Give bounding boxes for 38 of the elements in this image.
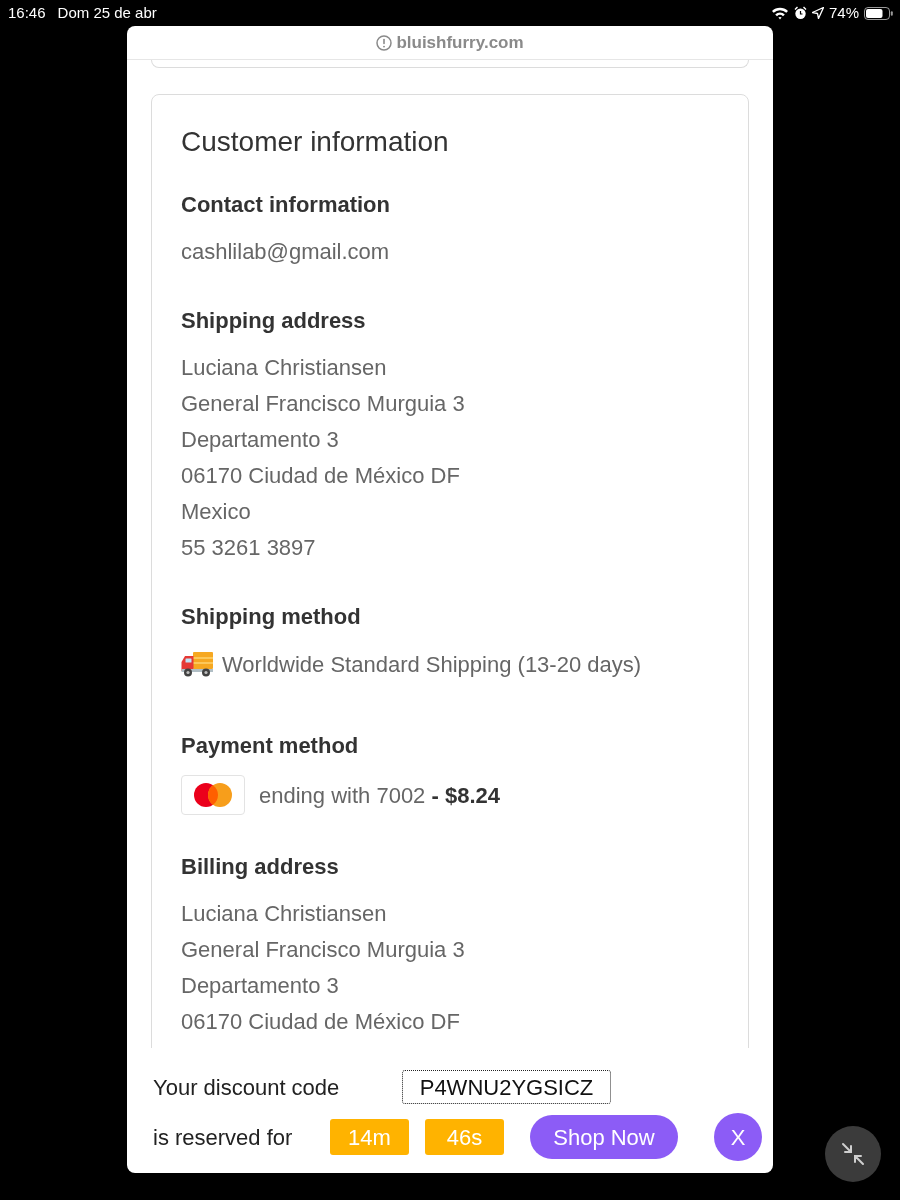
discount-label: Your discount code [153, 1074, 340, 1100]
close-button[interactable]: X [714, 1113, 762, 1161]
info-line: General Francisco Murguia 3 [181, 390, 465, 418]
battery-percent: 74% [828, 2, 859, 23]
collapse-arrows-icon [841, 1142, 865, 1166]
alarm-clock-icon [793, 6, 807, 20]
info-line: Departamento 3 [181, 426, 339, 454]
timer-badge: 46s [425, 1119, 504, 1155]
section-heading: Payment method [181, 732, 359, 760]
reserved-label: is reserved for [153, 1124, 293, 1150]
section-heading: Contact information [181, 191, 390, 219]
info-line: General Francisco Murguia 3 [181, 936, 465, 964]
section-heading: Shipping address [181, 307, 366, 335]
info-line: Luciana Christiansen [181, 900, 387, 928]
section-heading: Billing address [181, 853, 339, 881]
battery-icon [864, 6, 893, 20]
section-heading: Shipping method [181, 603, 361, 631]
info-line: cashlilab@gmail.com [181, 238, 390, 266]
wifi-icon [770, 6, 789, 20]
info-line: Luciana Christiansen [181, 354, 387, 382]
status-time: 16:46 [8, 2, 46, 23]
status-date: Dom 25 de abr [57, 2, 157, 23]
location-arrow-icon [811, 7, 824, 19]
url-text[interactable]: bluishfurry.com [396, 29, 524, 56]
truck-icon [181, 651, 213, 677]
timer-badge: 14m [330, 1119, 409, 1155]
minimize-button[interactable] [825, 1126, 881, 1182]
shipping-method-text: Worldwide Standard Shipping (13-20 days) [222, 650, 642, 679]
info-line: Departamento 3 [181, 972, 339, 1000]
info-line: 55 3261 3897 [181, 534, 316, 562]
info-line: 06170 Ciudad de México DF [181, 462, 460, 490]
shop-now-button[interactable]: Shop Now [530, 1115, 678, 1159]
payment-method-text: ending with 7002 - $8.24 [259, 781, 500, 810]
info-line: Mexico [181, 498, 251, 526]
card-title: Customer information [181, 125, 449, 159]
exclamation-circle-icon [376, 34, 393, 51]
card-logo-icon [181, 775, 245, 815]
info-line: 06170 Ciudad de México DF [181, 1008, 460, 1036]
